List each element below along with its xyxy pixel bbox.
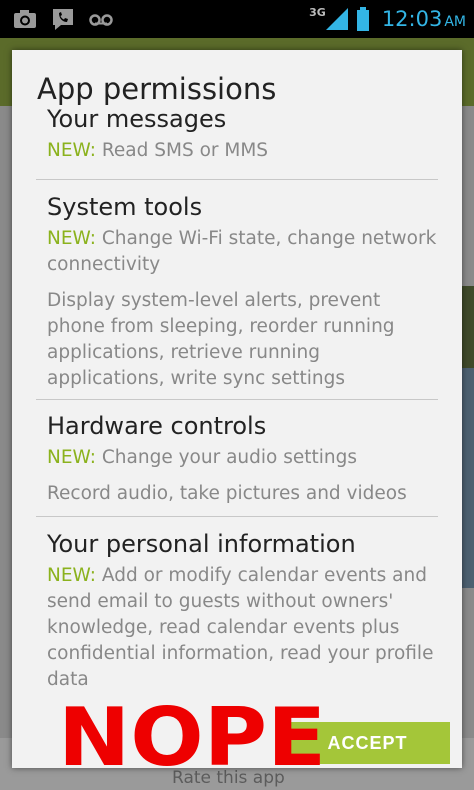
new-permission-text: Change Wi-Fi state, change network conne… bbox=[47, 228, 437, 275]
new-tag: NEW: bbox=[47, 140, 96, 161]
permission-group-system-tools: System tools NEW: Change Wi-Fi state, ch… bbox=[36, 180, 438, 400]
permission-list[interactable]: Your messages NEW: Read SMS or MMS Syste… bbox=[36, 102, 438, 693]
nope-stamp-overlay: NOPE bbox=[58, 691, 327, 784]
new-permission-text: Change your audio settings bbox=[101, 447, 357, 468]
existing-permissions: Display system-level alerts, prevent pho… bbox=[47, 290, 395, 389]
new-tag: NEW: bbox=[47, 565, 96, 586]
camera-icon bbox=[14, 10, 36, 28]
clock: 12:03 AM bbox=[382, 7, 466, 31]
permission-group-personal-information: Your personal information NEW: Add or mo… bbox=[36, 517, 438, 693]
missed-call-icon bbox=[53, 9, 73, 30]
new-permissions: NEW: Read SMS or MMS bbox=[47, 138, 438, 164]
new-tag: NEW: bbox=[47, 447, 96, 468]
new-permissions: NEW: Change Wi-Fi state, change network … bbox=[47, 226, 438, 278]
permission-group-hardware-controls: Hardware controls NEW: Change your audio… bbox=[36, 400, 438, 517]
clock-ampm: AM bbox=[444, 14, 466, 30]
new-tag: NEW: bbox=[47, 228, 96, 249]
dialog-title: App permissions bbox=[37, 72, 277, 106]
phone-screen: 3G 12:03 AM Rate this app App permissions… bbox=[0, 0, 474, 790]
battery-icon bbox=[356, 7, 369, 31]
system-icons: 3G 12:03 AM bbox=[309, 4, 466, 34]
permission-group-messages: Your messages NEW: Read SMS or MMS bbox=[36, 102, 438, 180]
existing-permissions: Record audio, take pictures and videos bbox=[47, 483, 407, 504]
signal-icon bbox=[325, 8, 348, 30]
clock-time: 12:03 bbox=[381, 7, 443, 31]
group-title: Your messages bbox=[47, 105, 227, 133]
group-title: Your personal information bbox=[47, 530, 356, 558]
voicemail-icon bbox=[89, 14, 113, 26]
new-permissions: NEW: Add or modify calendar events and s… bbox=[47, 563, 438, 693]
new-permission-text: Read SMS or MMS bbox=[101, 140, 269, 161]
notification-icons bbox=[12, 6, 114, 32]
status-bar: 3G 12:03 AM bbox=[0, 0, 474, 38]
new-permission-text: Add or modify calendar events and send e… bbox=[47, 565, 434, 690]
network-type-label: 3G bbox=[309, 5, 326, 19]
group-title: System tools bbox=[47, 193, 203, 221]
permissions-dialog: App permissions Your messages NEW: Read … bbox=[12, 50, 462, 768]
group-title: Hardware controls bbox=[47, 412, 267, 440]
new-permissions: NEW: Change your audio settings bbox=[47, 445, 438, 471]
